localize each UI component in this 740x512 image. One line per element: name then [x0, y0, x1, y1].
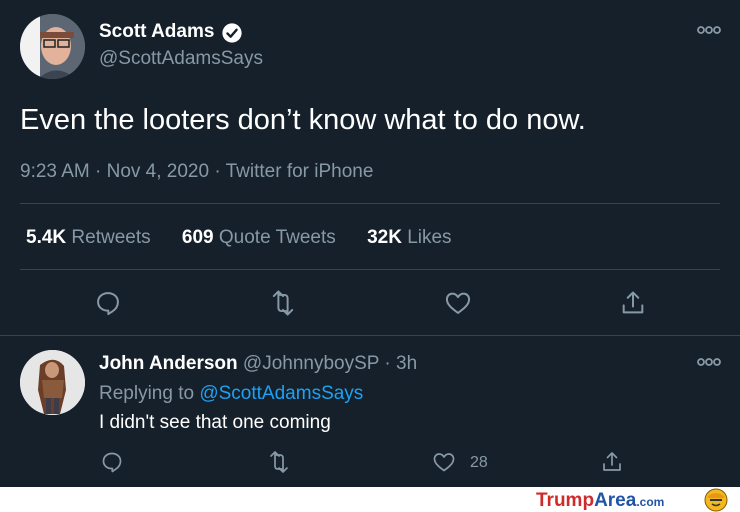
reply-text: I didn't see that one coming [99, 412, 331, 433]
tweet-text: Even the looters don’t know what to do n… [20, 104, 586, 136]
watermark-part-trump: Trump [536, 490, 595, 511]
retweets-label: Retweets [71, 227, 151, 248]
like-icon[interactable] [444, 289, 472, 317]
watermark-text: TrumpArea.com [536, 490, 664, 512]
retweet-icon[interactable] [268, 289, 298, 317]
replying-mention-link[interactable]: @ScottAdamsSays [199, 383, 363, 404]
reply-avatar[interactable] [20, 350, 85, 415]
more-icon[interactable] [697, 24, 721, 36]
like-icon[interactable] [432, 450, 456, 474]
retweets-stat[interactable]: 5.4K Retweets [26, 227, 151, 249]
watermark-part-com: .com [636, 495, 665, 509]
replying-to: Replying to @ScottAdamsSays [99, 383, 363, 405]
replying-prefix: Replying to [99, 383, 200, 404]
reply-author-handle[interactable]: @JohnnyboySP · 3h [243, 353, 417, 374]
likes-stat[interactable]: 32K Likes [367, 227, 452, 249]
divider [20, 203, 720, 204]
main-tweet: Scott Adams @ScottAdamsSays Even the loo… [0, 0, 740, 336]
retweet-icon[interactable] [266, 450, 292, 474]
likes-count: 32K [367, 227, 402, 248]
tweet-stats: 5.4K Retweets 609 Quote Tweets 32K Likes [26, 227, 478, 249]
share-icon[interactable] [600, 450, 624, 474]
watermark-logo-icon [704, 488, 728, 512]
watermark-part-area: Area [594, 490, 637, 511]
reply-author-name[interactable]: John Anderson [99, 353, 238, 374]
share-icon[interactable] [619, 289, 647, 317]
more-icon[interactable] [697, 356, 721, 368]
avatar[interactable] [20, 14, 85, 79]
retweets-count: 5.4K [26, 227, 67, 248]
quotes-stat[interactable]: 609 Quote Tweets [182, 227, 336, 249]
divider [20, 269, 720, 270]
watermark-bar: TrumpArea.com [0, 487, 740, 512]
verified-badge-icon [222, 23, 242, 43]
author-handle[interactable]: @ScottAdamsSays [99, 48, 263, 70]
reply-author: John Anderson @JohnnyboySP · 3h [99, 353, 417, 375]
reply-tweet: John Anderson @JohnnyboySP · 3h Replying… [0, 336, 740, 486]
author-name[interactable]: Scott Adams [99, 21, 214, 43]
reply-icon[interactable] [100, 450, 124, 474]
reply-like-count: 28 [470, 454, 488, 471]
tweet-meta[interactable]: 9:23 AM · Nov 4, 2020 · Twitter for iPho… [20, 161, 373, 183]
reply-icon[interactable] [94, 289, 122, 317]
quotes-count: 609 [181, 227, 214, 248]
quotes-label: Quote Tweets [218, 227, 336, 248]
likes-label: Likes [407, 227, 452, 248]
